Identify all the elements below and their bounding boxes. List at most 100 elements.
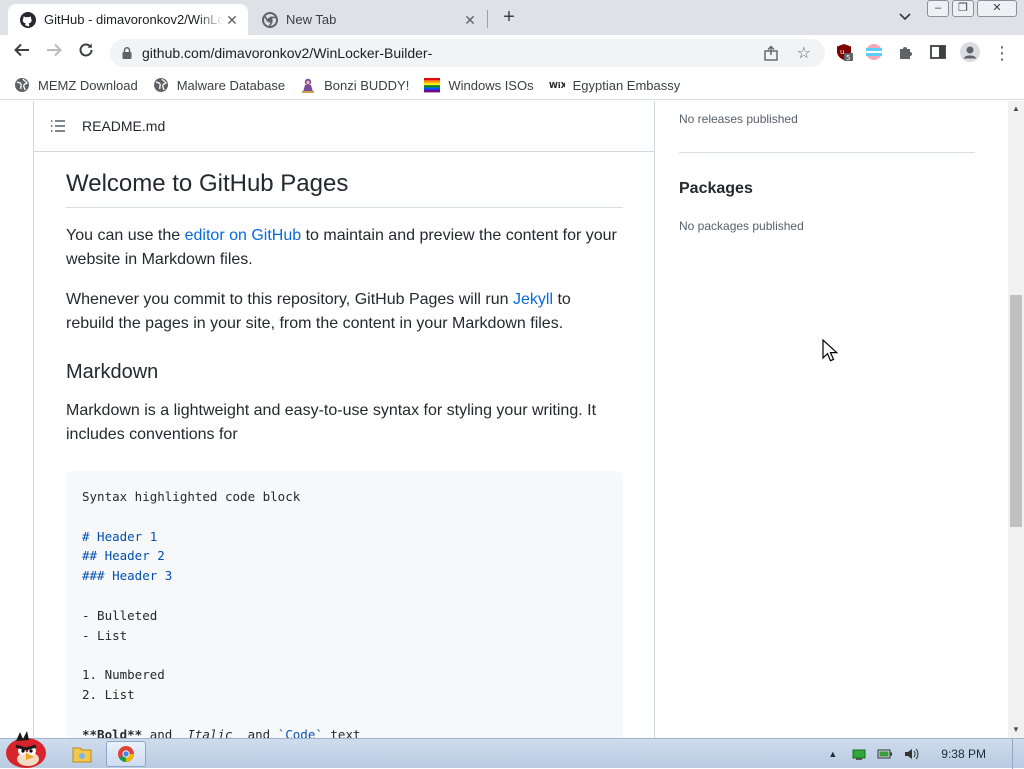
code-line: - Bulleted bbox=[82, 607, 158, 623]
code-line: 1. Numbered bbox=[82, 667, 165, 683]
code-line: **Bold** and _Italic_ and `Code` text bbox=[82, 726, 361, 738]
arrow-right-icon bbox=[47, 43, 62, 57]
bookmark-label: Bonzi BUDDY! bbox=[324, 77, 410, 93]
side-panel-icon[interactable] bbox=[929, 43, 947, 61]
taskbar-explorer-button[interactable] bbox=[62, 741, 102, 767]
sidebar-divider bbox=[679, 152, 975, 153]
jekyll-link[interactable]: Jekyll bbox=[513, 291, 553, 308]
code-line: ## Header 2 bbox=[82, 548, 165, 564]
extension-badge: 5 bbox=[846, 54, 850, 61]
tab-new-tab[interactable]: New Tab ✕ bbox=[250, 4, 486, 35]
extensions-puzzle-icon[interactable] bbox=[897, 43, 915, 61]
code-line: ### Header 3 bbox=[82, 568, 173, 584]
tab-title: New Tab bbox=[286, 12, 337, 27]
tab-strip: GitHub - dimavoronkov2/WinLocker-Builder… bbox=[0, 0, 1024, 35]
web-page: README.md Welcome to GitHub Pages You ca… bbox=[0, 101, 1008, 738]
tab-search-chevron-icon[interactable] bbox=[896, 9, 914, 27]
folder-icon bbox=[72, 747, 92, 763]
address-bar[interactable]: github.com/dimavoronkov2/WinLocker-Build… bbox=[110, 39, 825, 67]
taskbar: ▲ 9:38 PM bbox=[0, 731, 1024, 769]
chrome-icon bbox=[118, 746, 134, 762]
lock-icon[interactable] bbox=[120, 46, 134, 60]
readme-box: README.md Welcome to GitHub Pages You ca… bbox=[33, 101, 655, 738]
github-icon bbox=[20, 11, 36, 28]
readme-paragraph-1: You can use the editor on GitHub to main… bbox=[66, 227, 617, 268]
system-tray: ▲ 9:38 PM bbox=[828, 739, 1024, 769]
taskbar-chrome-button[interactable] bbox=[106, 741, 146, 767]
battery-icon[interactable] bbox=[877, 746, 893, 762]
browser-toolbar: github.com/dimavoronkov2/WinLocker-Build… bbox=[0, 35, 1024, 71]
bookmark-malware-database[interactable]: Malware Database bbox=[153, 77, 285, 93]
scroll-up-arrow-icon[interactable]: ▲ bbox=[1012, 105, 1020, 113]
readme-filename: README.md bbox=[82, 118, 166, 134]
window-controls: – ❐ ✕ bbox=[927, 0, 1020, 18]
profile-avatar-icon[interactable] bbox=[960, 42, 980, 62]
bookmark-egyptian-embassy[interactable]: WiX Egyptian Embassy bbox=[549, 77, 681, 93]
share-icon[interactable] bbox=[763, 45, 779, 61]
trans-flag-extension-icon[interactable] bbox=[865, 43, 883, 61]
code-line: Syntax highlighted code block bbox=[82, 489, 301, 504]
minimize-button[interactable]: – bbox=[927, 0, 949, 17]
list-outline-icon[interactable] bbox=[50, 118, 66, 134]
bookmark-label: Malware Database bbox=[176, 77, 286, 93]
bookmark-windows-isos[interactable]: Windows ISOs bbox=[424, 77, 534, 93]
scroll-down-arrow-icon[interactable]: ▼ bbox=[1012, 726, 1020, 734]
chrome-icon bbox=[262, 11, 278, 28]
scrollbar-thumb[interactable] bbox=[1010, 295, 1022, 527]
svg-text:u: u bbox=[840, 48, 844, 56]
tab-github[interactable]: GitHub - dimavoronkov2/WinLocker-Builder… bbox=[8, 4, 248, 35]
bookmark-label: Egyptian Embassy bbox=[572, 77, 681, 93]
kebab-menu-icon[interactable]: ⋮ bbox=[990, 41, 1014, 65]
markdown-heading: Markdown bbox=[66, 361, 159, 383]
start-button-angry-bird-icon[interactable] bbox=[2, 729, 50, 769]
back-button[interactable] bbox=[10, 41, 34, 65]
wix-icon: WiX bbox=[549, 81, 565, 90]
bookmark-star-icon[interactable]: ☆ bbox=[797, 43, 811, 63]
bookmark-memz[interactable]: MEMZ Download bbox=[14, 77, 138, 93]
reload-icon bbox=[79, 43, 93, 57]
bookmark-label: MEMZ Download bbox=[38, 77, 138, 93]
reload-button[interactable] bbox=[74, 41, 98, 65]
readme-heading: Welcome to GitHub Pages bbox=[66, 169, 623, 208]
forward-button[interactable] bbox=[42, 41, 66, 65]
close-tab-icon[interactable]: ✕ bbox=[224, 12, 240, 28]
readme-paragraph-3: Markdown is a lightweight and easy-to-us… bbox=[66, 402, 597, 443]
rainbow-flag-icon bbox=[424, 78, 441, 93]
arrow-left-icon bbox=[14, 43, 29, 57]
bonzi-icon bbox=[302, 78, 315, 93]
close-tab-icon[interactable]: ✕ bbox=[462, 12, 478, 28]
volume-icon[interactable] bbox=[903, 746, 919, 762]
readme-paragraph-2: Whenever you commit to this repository, … bbox=[66, 291, 571, 332]
show-desktop-button[interactable] bbox=[1012, 739, 1024, 769]
ublock-extension-icon[interactable]: u5 bbox=[835, 43, 853, 61]
url-text[interactable]: github.com/dimavoronkov2/WinLocker-Build… bbox=[142, 45, 432, 61]
releases-empty-text: No releases published bbox=[679, 112, 798, 126]
globe-icon bbox=[15, 78, 29, 92]
taskbar-clock[interactable]: 9:38 PM bbox=[941, 747, 986, 761]
code-block: Syntax highlighted code block # Header 1… bbox=[66, 471, 623, 738]
bookmarks-bar: MEMZ Download Malware Database Bonzi BUD… bbox=[0, 71, 1024, 100]
code-line: # Header 1 bbox=[82, 528, 158, 544]
markdown-body: Welcome to GitHub Pages You can use the … bbox=[66, 152, 623, 738]
bookmark-label: Windows ISOs bbox=[448, 77, 534, 93]
restore-button[interactable]: ❐ bbox=[952, 0, 974, 17]
globe-icon bbox=[153, 78, 168, 92]
packages-empty-text: No packages published bbox=[679, 219, 804, 233]
bookmark-bonzi-buddy[interactable]: Bonzi BUDDY! bbox=[300, 77, 409, 93]
packages-heading[interactable]: Packages bbox=[679, 180, 753, 198]
mouse-cursor-icon bbox=[822, 339, 839, 362]
code-line: - List bbox=[82, 627, 128, 643]
new-tab-button[interactable]: + bbox=[498, 7, 520, 29]
tray-expand-icon[interactable]: ▲ bbox=[828, 749, 837, 759]
svg-text:WiX: WiX bbox=[549, 81, 565, 90]
tab-separator bbox=[487, 10, 488, 28]
network-icon[interactable] bbox=[851, 746, 867, 762]
vertical-scrollbar[interactable]: ▲ ▼ bbox=[1008, 101, 1024, 738]
editor-on-github-link[interactable]: editor on GitHub bbox=[185, 227, 302, 244]
close-window-button[interactable]: ✕ bbox=[977, 0, 1017, 17]
readme-header: README.md bbox=[34, 101, 655, 152]
